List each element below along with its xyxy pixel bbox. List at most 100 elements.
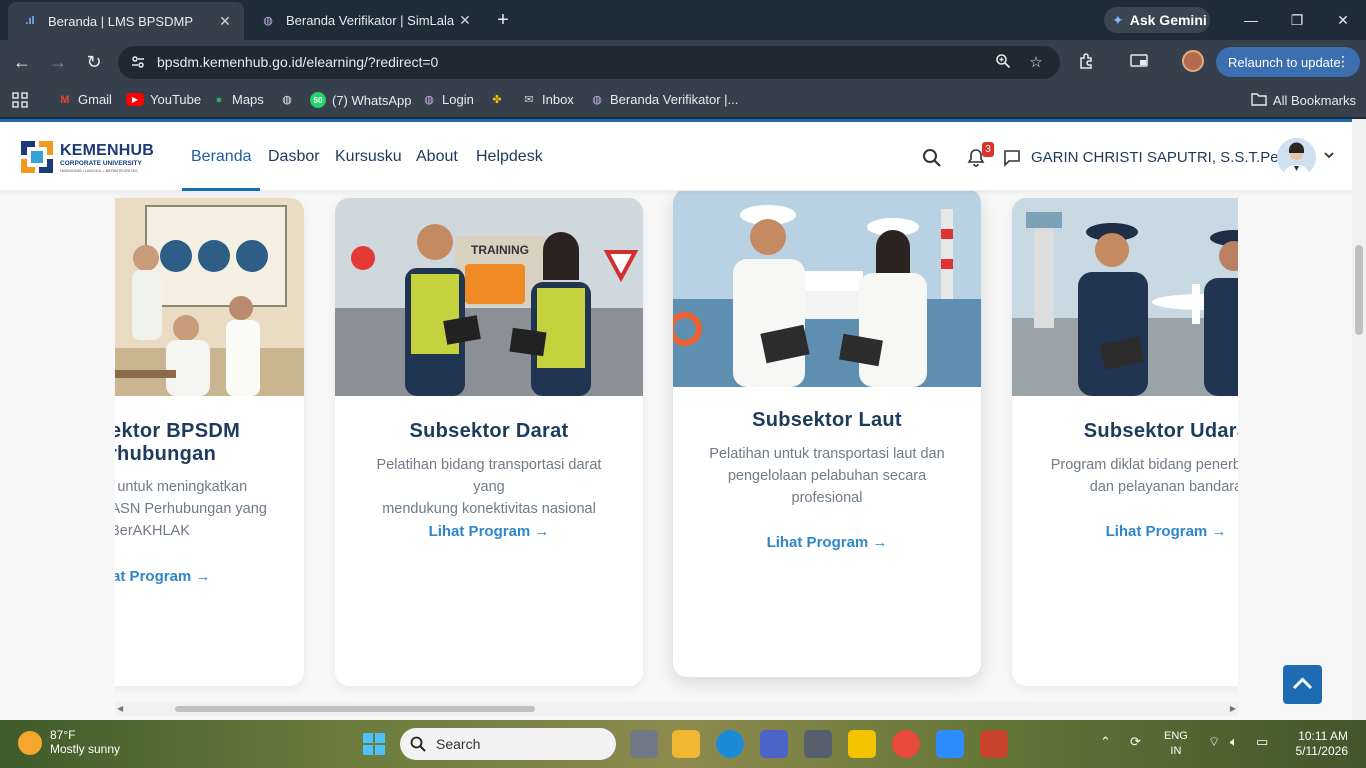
maps-pin-icon: ● xyxy=(215,93,223,106)
subsector-carousel[interactable]: Subsektor BPSDM Perhubungan Pelatihan un… xyxy=(115,191,1238,720)
pinwheel-icon: ✤ xyxy=(492,93,502,106)
chevron-up-icon xyxy=(1292,677,1313,690)
back-button[interactable]: ← xyxy=(10,50,34,74)
horizontal-scroll-thumb[interactable] xyxy=(175,706,535,712)
forward-button[interactable]: → xyxy=(46,50,70,74)
edge-icon[interactable] xyxy=(716,730,744,758)
desc-line: Program diklat bidang penerbangan xyxy=(1050,457,1238,473)
search-icon[interactable] xyxy=(922,148,942,168)
close-tab-icon[interactable]: ✕ xyxy=(216,13,234,30)
site-navbar: KEMENHUB CORPORATE UNIVERSITY HARMONIS •… xyxy=(0,122,1352,191)
close-tab-icon[interactable]: ✕ xyxy=(456,12,474,29)
clock[interactable]: 10:11 AM 5/11/2026 xyxy=(1290,729,1349,759)
maximize-button[interactable]: ❐ xyxy=(1274,0,1320,40)
more-menu-icon[interactable]: ⋮ xyxy=(1336,53,1350,70)
battery-icon[interactable]: ▭ xyxy=(1256,734,1268,750)
scroll-left-arrow-icon[interactable]: ◀ xyxy=(117,704,123,713)
logo-subtitle: CORPORATE UNIVERSITY xyxy=(60,160,142,167)
ask-gemini-label: Ask Gemini xyxy=(1129,12,1207,28)
bookmark-youtube[interactable]: ▶ YouTube xyxy=(126,92,201,107)
user-name[interactable]: GARIN CHRISTI SAPUTRI, S.S.T.Pel xyxy=(1031,149,1282,166)
menu-beranda[interactable]: Beranda xyxy=(191,148,252,166)
kemenhub-logo[interactable]: KEMENHUB CORPORATE UNIVERSITY HARMONIS •… xyxy=(20,140,154,174)
bookmark-inbox[interactable]: ✉ Inbox xyxy=(522,92,574,107)
minimize-button[interactable]: — xyxy=(1228,0,1274,40)
tab-simlala[interactable]: ◍ Beranda Verifikator | SimLala ✕ xyxy=(246,0,484,40)
new-tab-button[interactable]: + xyxy=(492,9,514,31)
login-globe-icon: ◍ xyxy=(424,94,434,106)
messages-icon[interactable] xyxy=(1003,149,1021,167)
user-avatar[interactable] xyxy=(1277,138,1316,177)
reload-button[interactable]: ↻ xyxy=(82,50,106,74)
lihat-program-link[interactable]: Lihat Program → xyxy=(673,534,981,551)
mail-icon: ✉ xyxy=(524,94,534,106)
card-title: Subsektor Laut xyxy=(752,409,902,431)
bookmark-gmail[interactable]: M Gmail xyxy=(58,92,112,107)
zoom-icon[interactable] xyxy=(993,53,1013,73)
bookmarks-bar: M Gmail ▶ YouTube ● Maps ◍ 50 (7) WhatsA… xyxy=(0,84,1366,117)
clock-date: 5/11/2026 xyxy=(1295,744,1349,758)
desc-line: dan pelayanan bandara xyxy=(1089,479,1238,495)
back-to-top-button[interactable] xyxy=(1283,665,1322,704)
language-indicator[interactable]: ENG IN xyxy=(1164,729,1188,759)
site-info-icon[interactable] xyxy=(130,54,148,72)
lihat-program-link[interactable]: Lihat Program → xyxy=(1012,523,1238,540)
scroll-right-arrow-icon[interactable]: ▶ xyxy=(1230,704,1236,713)
weather-widget[interactable]: 87°F Mostly sunny xyxy=(18,728,120,757)
card-udara[interactable]: Subsektor Udara Program diklat bidang pe… xyxy=(1012,198,1238,686)
bookmark-whatsapp[interactable]: 50 (7) WhatsApp xyxy=(310,92,411,108)
zoom-app-icon[interactable] xyxy=(936,730,964,758)
windows-start-icon[interactable] xyxy=(362,732,386,756)
bookmark-label: Inbox xyxy=(542,92,574,107)
copilot-icon[interactable] xyxy=(760,730,788,758)
desc-line: Pelatihan untuk transportasi laut dan xyxy=(709,446,945,462)
tab-lms[interactable]: .ıl Beranda | LMS BPSDMP ✕ xyxy=(8,2,244,40)
taskbar-search-box[interactable]: Search xyxy=(400,728,616,760)
cast-icon[interactable] xyxy=(1128,52,1150,74)
card-bpsdm[interactable]: Subsektor BPSDM Perhubungan Pelatihan un… xyxy=(115,198,304,686)
sticky-notes-icon[interactable] xyxy=(848,730,876,758)
weather-desc: Mostly sunny xyxy=(50,742,121,756)
bookmark-globe[interactable]: ◍ xyxy=(280,92,294,106)
apps-grid-icon[interactable] xyxy=(12,92,28,108)
profile-avatar[interactable] xyxy=(1182,50,1204,72)
bookmark-pinwheel[interactable]: ✤ xyxy=(490,92,504,106)
tray-chevron-up-icon[interactable]: ⌃ xyxy=(1100,734,1111,750)
file-explorer-icon[interactable] xyxy=(672,730,700,758)
desc-line: BerAKHLAK xyxy=(115,523,190,539)
camera-icon[interactable] xyxy=(804,730,832,758)
wifi-icon[interactable]: ⌔ xyxy=(1208,734,1220,750)
card-title-line: Perhubungan xyxy=(115,443,217,465)
bookmark-login[interactable]: ◍ Login xyxy=(422,92,474,107)
menu-about[interactable]: About xyxy=(416,148,458,166)
address-bar[interactable]: bpsdm.kemenhub.go.id/elearning/?redirect… xyxy=(118,46,1060,79)
verifikator-globe-icon: ◍ xyxy=(592,94,602,106)
task-view-icon[interactable] xyxy=(630,730,658,758)
chrome-icon[interactable] xyxy=(892,730,920,758)
card-laut[interactable]: Subsektor Laut Pelatihan untuk transport… xyxy=(673,191,981,677)
page-vertical-scrollbar[interactable] xyxy=(1352,119,1366,720)
menu-helpdesk[interactable]: Helpdesk xyxy=(476,148,543,166)
lihat-program-link[interactable]: Lihat Program → xyxy=(115,568,304,585)
powerpoint-icon[interactable] xyxy=(980,730,1008,758)
menu-dasbor[interactable]: Dasbor xyxy=(268,148,320,166)
card-darat[interactable]: TRAINING Subsektor Darat Pelatihan bidan… xyxy=(335,198,643,686)
menu-kursusku[interactable]: Kursusku xyxy=(335,148,402,166)
lihat-program-link[interactable]: Lihat Program → xyxy=(335,523,643,540)
all-bookmarks-button[interactable]: All Bookmarks xyxy=(1251,92,1356,109)
bookmark-star-icon[interactable]: ☆ xyxy=(1026,53,1046,73)
sync-icon[interactable]: ⟳ xyxy=(1130,734,1141,750)
ask-gemini-button[interactable]: ✦ Ask Gemini xyxy=(1104,7,1210,33)
bookmark-maps[interactable]: ● Maps xyxy=(212,92,264,107)
close-window-button[interactable]: ✕ xyxy=(1320,0,1366,40)
bookmark-label: Maps xyxy=(232,92,264,107)
carousel-horizontal-scrollbar[interactable]: ◀ ▶ xyxy=(115,702,1238,716)
extensions-icon[interactable] xyxy=(1076,52,1098,74)
card-image-udara xyxy=(1012,198,1238,396)
vertical-scroll-thumb[interactable] xyxy=(1355,245,1363,335)
chevron-down-icon[interactable] xyxy=(1322,148,1336,162)
gmail-icon: M xyxy=(60,93,70,106)
bookmark-verifikator[interactable]: ◍ Beranda Verifikator |... xyxy=(590,92,738,107)
volume-icon[interactable]: 🔈︎ xyxy=(1230,734,1238,750)
relaunch-button[interactable]: Relaunch to update ⋮ xyxy=(1216,47,1360,77)
